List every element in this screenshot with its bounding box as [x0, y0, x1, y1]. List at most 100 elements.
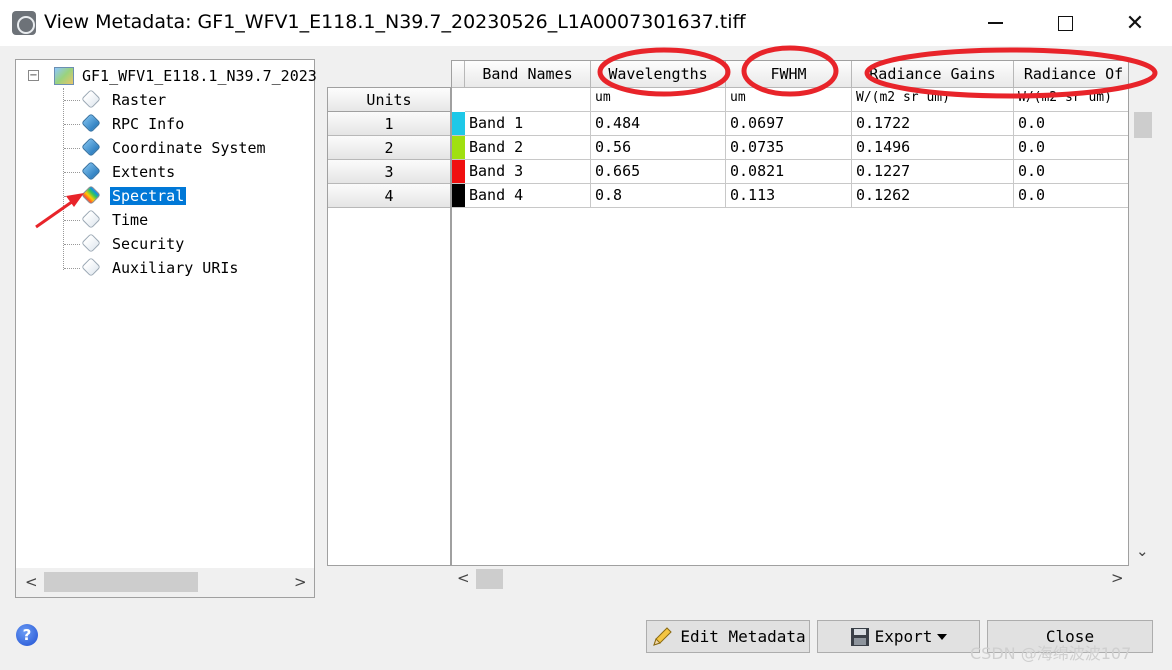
collapse-icon[interactable]: − — [28, 70, 39, 81]
metadata-tree: − GF1_WFV1_E118.1_N39.7_2023 Raster RPC I… — [15, 59, 317, 598]
grid-vertical-scrollbar[interactable]: ⌄ — [1129, 87, 1157, 566]
close-icon: ✕ — [1125, 10, 1145, 36]
tree-connector — [64, 220, 80, 221]
column-header[interactable]: Radiance Of — [1014, 61, 1128, 88]
maximize-icon — [1057, 15, 1073, 31]
table-cell-name[interactable]: Band 1 — [465, 112, 591, 136]
table-cell-offset[interactable]: 0.0 — [1014, 160, 1128, 184]
tree-connector — [64, 100, 80, 101]
column-header[interactable]: FWHM — [726, 61, 852, 88]
table-cell-wavelength[interactable]: 0.484 — [591, 112, 726, 136]
table-cell-gain[interactable]: 0.1262 — [852, 184, 1014, 208]
window-title: View Metadata: GF1_WFV1_E118.1_N39.7_202… — [44, 11, 746, 33]
tree-item-time[interactable]: Time — [80, 209, 150, 231]
spectral-icon — [80, 185, 102, 207]
tree-item-spectral[interactable]: Spectral — [80, 185, 187, 207]
edit-metadata-button[interactable]: Edit Metadata — [646, 620, 810, 653]
help-icon[interactable]: ? — [16, 624, 38, 646]
grid-scroll-left-icon[interactable]: < — [457, 569, 470, 587]
table-cell-name[interactable]: Band 4 — [465, 184, 591, 208]
tree-item-coordinate-system[interactable]: Coordinate System — [80, 137, 268, 159]
maximize-button[interactable] — [1030, 0, 1100, 46]
tree-connector — [64, 148, 80, 149]
edit-metadata-label: Edit Metadata — [680, 627, 806, 646]
swatch-column-header — [452, 61, 465, 88]
tree-connector — [64, 244, 80, 245]
unit-cell[interactable]: um — [591, 88, 726, 112]
tree-item-rpc-info[interactable]: RPC Info — [80, 113, 186, 135]
vertical-scroll-thumb[interactable] — [1134, 112, 1152, 138]
column-header[interactable]: Radiance Gains — [852, 61, 1014, 88]
table-cell-gain[interactable]: 0.1227 — [852, 160, 1014, 184]
tree-item-auxiliary-uris[interactable]: Auxiliary URIs — [80, 257, 240, 279]
table-cell-gain[interactable]: 0.1722 — [852, 112, 1014, 136]
scroll-down-icon[interactable]: ⌄ — [1136, 542, 1149, 560]
tag-shape — [81, 113, 101, 133]
table-cell-offset[interactable]: 0.0 — [1014, 112, 1128, 136]
table-cell-name[interactable]: Band 2 — [465, 136, 591, 160]
tree-item-extents[interactable]: Extents — [80, 161, 177, 183]
unit-cell[interactable]: W/(m2 sr um) — [852, 88, 1014, 112]
watermark: CSDN @海绵波波107 — [970, 644, 1132, 663]
row-number[interactable]: 1 — [328, 112, 450, 136]
units-header: Units — [328, 88, 450, 112]
tree-item-label: Security — [112, 235, 185, 253]
table-cell-fwhm[interactable]: 0.0697 — [726, 112, 852, 136]
tree-item-raster[interactable]: Raster — [80, 89, 168, 111]
scroll-left-icon[interactable]: < — [25, 573, 38, 591]
title-bar: View Metadata: GF1_WFV1_E118.1_N39.7_202… — [0, 0, 1172, 46]
horizontal-scroll-thumb[interactable] — [476, 569, 503, 589]
tag-icon — [80, 161, 102, 183]
tag-shape — [81, 137, 101, 157]
unit-cell[interactable]: um — [726, 88, 852, 112]
tag-shape — [81, 185, 101, 205]
tag-shape — [81, 161, 101, 181]
tree-connector — [64, 268, 80, 269]
export-button[interactable]: Export — [817, 620, 980, 653]
grid-scroll-right-icon[interactable]: > — [1111, 569, 1124, 587]
table-cell-wavelength[interactable]: 0.8 — [591, 184, 726, 208]
row-number[interactable]: 3 — [328, 160, 450, 184]
table-cell-fwhm[interactable]: 0.0821 — [726, 160, 852, 184]
tag-shape — [81, 89, 101, 109]
tag-icon — [80, 137, 102, 159]
scroll-right-icon[interactable]: > — [294, 573, 307, 591]
column-header[interactable]: Wavelengths — [591, 61, 726, 88]
band-color-swatch — [452, 160, 465, 184]
tree-item-security[interactable]: Security — [80, 233, 186, 255]
table-cell-offset[interactable]: 0.0 — [1014, 136, 1128, 160]
minimize-button[interactable] — [960, 0, 1030, 46]
raster-file-icon — [54, 67, 74, 85]
column-header[interactable]: Band Names — [465, 61, 591, 88]
tag-shape — [81, 257, 101, 277]
tree-connector — [63, 88, 64, 270]
tag-icon — [80, 257, 102, 279]
table-cell-fwhm[interactable]: 0.0735 — [726, 136, 852, 160]
grid-horizontal-scrollbar[interactable]: < > — [451, 566, 1129, 590]
tree-item-label: RPC Info — [112, 115, 185, 133]
tree-scroll-thumb[interactable] — [44, 572, 198, 592]
table-cell-offset[interactable]: 0.0 — [1014, 184, 1128, 208]
tag-icon — [80, 113, 102, 135]
table-cell-gain[interactable]: 0.1496 — [852, 136, 1014, 160]
table-cell-wavelength[interactable]: 0.665 — [591, 160, 726, 184]
unit-cell[interactable] — [465, 88, 591, 112]
save-disk-icon — [850, 627, 869, 646]
table-cell-fwhm[interactable]: 0.113 — [726, 184, 852, 208]
dropdown-arrow-icon — [937, 633, 948, 640]
table-cell-name[interactable]: Band 3 — [465, 160, 591, 184]
export-label: Export — [874, 627, 933, 646]
close-window-button[interactable]: ✕ — [1100, 0, 1170, 46]
tag-icon — [80, 209, 102, 231]
tree-root-label[interactable]: GF1_WFV1_E118.1_N39.7_2023 — [82, 67, 317, 85]
table-cell-wavelength[interactable]: 0.56 — [591, 136, 726, 160]
minimize-icon — [987, 22, 1003, 24]
tag-shape — [81, 209, 101, 229]
data-grid[interactable]: Band Names Wavelengths um FWHM um Radiance Ga… — [451, 60, 1129, 566]
row-number[interactable]: 2 — [328, 136, 450, 160]
unit-cell[interactable]: W/(m2 sr um) — [1014, 88, 1128, 112]
row-number[interactable]: 4 — [328, 184, 450, 208]
tag-icon — [80, 89, 102, 111]
tree-item-label: Raster — [112, 91, 167, 109]
tree-item-label: Auxiliary URIs — [112, 259, 239, 277]
